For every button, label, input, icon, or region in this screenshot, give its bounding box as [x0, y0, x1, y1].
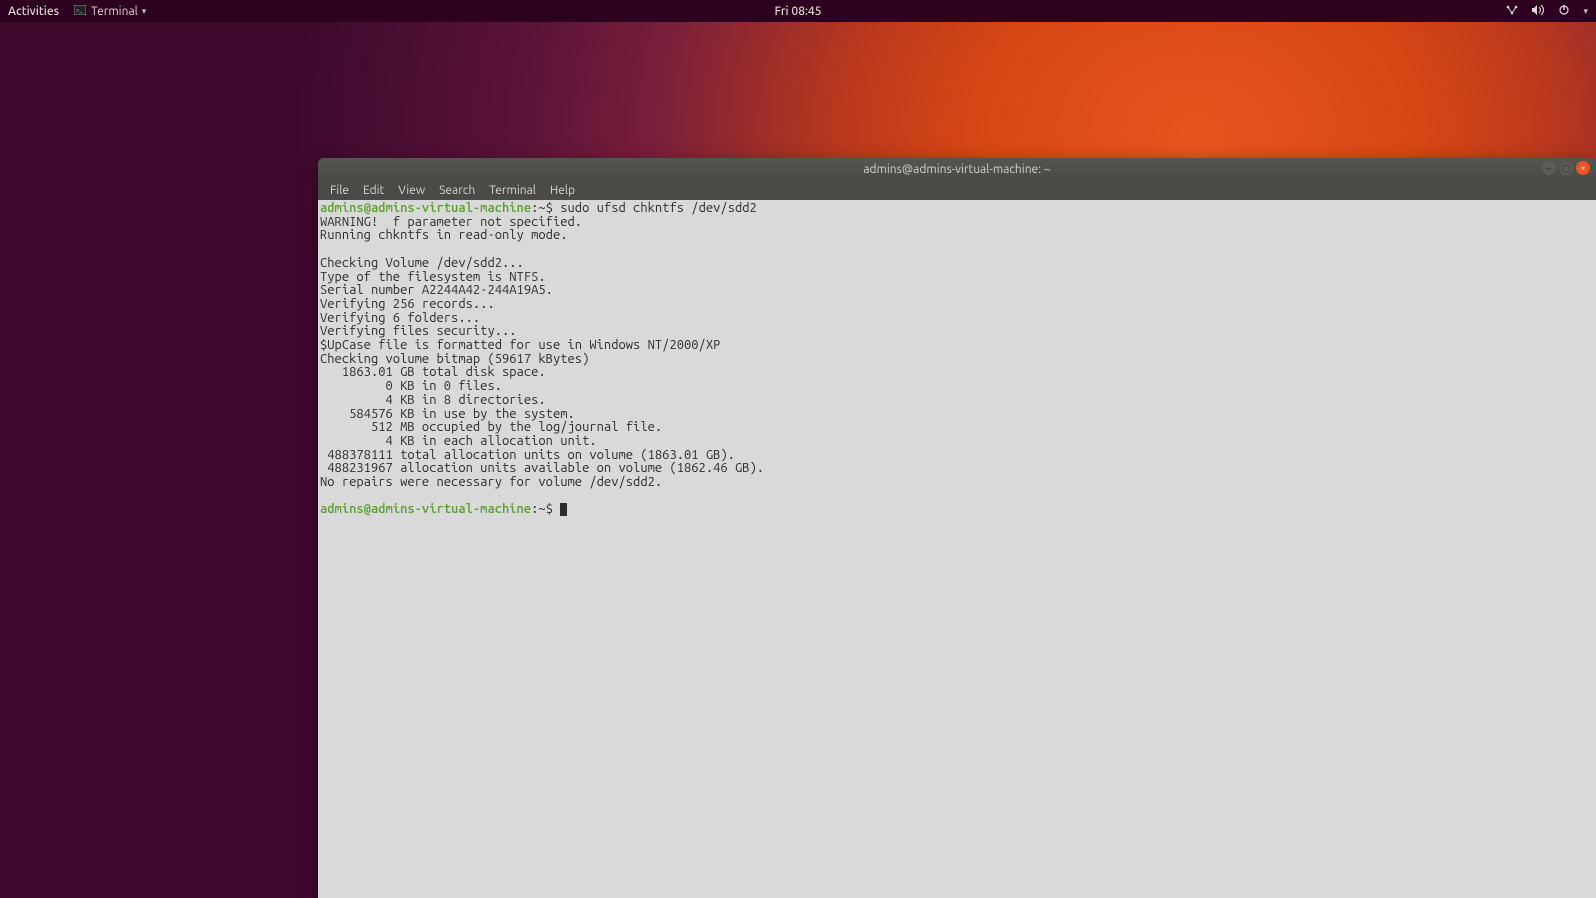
output-line: 488378111 total allocation units on volu… — [320, 448, 735, 462]
activities-button[interactable]: Activities — [8, 5, 59, 18]
terminal-viewport[interactable]: admins@admins-virtual-machine:~$ sudo uf… — [318, 200, 1596, 898]
close-button[interactable]: × — [1576, 161, 1590, 175]
output-line: 1863.01 GB total disk space. — [320, 365, 546, 379]
output-line: 4 KB in each allocation unit. — [320, 434, 597, 448]
chevron-down-icon: ▾ — [142, 6, 147, 17]
terminal-app-icon: >_ — [73, 5, 87, 18]
system-menu-caret-icon[interactable]: ▾ — [1583, 6, 1588, 17]
prompt-path: ~ — [538, 201, 545, 215]
output-line: Verifying 6 folders... — [320, 311, 480, 325]
network-icon[interactable] — [1505, 4, 1519, 19]
terminal-menubar: File Edit View Search Terminal Help — [318, 180, 1596, 200]
prompt-user: admins@admins-virtual-machine — [320, 502, 531, 516]
menu-view[interactable]: View — [392, 182, 431, 199]
window-titlebar[interactable]: admins@admins-virtual-machine: ~ – ▢ × — [318, 158, 1596, 180]
gnome-topbar: Activities >_ Terminal ▾ Fri 08:45 ▾ — [0, 0, 1596, 22]
svg-text:>_: >_ — [76, 7, 82, 14]
command-text: sudo ufsd chkntfs /dev/sdd2 — [560, 201, 757, 215]
minimize-button[interactable]: – — [1542, 161, 1556, 175]
power-icon[interactable] — [1557, 4, 1571, 19]
output-line: $UpCase file is formatted for use in Win… — [320, 338, 720, 352]
output-line: Checking Volume /dev/sdd2... — [320, 256, 524, 270]
output-line: Type of the filesystem is NTFS. — [320, 270, 546, 284]
output-line: 4 KB in 8 directories. — [320, 393, 546, 407]
output-line: 512 MB occupied by the log/journal file. — [320, 420, 662, 434]
output-line: Serial number A2244A42-244A19A5. — [320, 283, 553, 297]
menu-file[interactable]: File — [324, 182, 355, 199]
window-controls: – ▢ × — [1542, 161, 1590, 175]
output-line: 488231967 allocation units available on … — [320, 461, 764, 475]
output-line: Checking volume bitmap (59617 kBytes) — [320, 352, 589, 366]
app-menu-label: Terminal — [91, 5, 138, 18]
output-line: WARNING! f parameter not specified. — [320, 215, 582, 229]
window-title: admins@admins-virtual-machine: ~ — [863, 163, 1050, 176]
terminal-cursor — [560, 503, 567, 516]
output-line: Running chkntfs in read-only mode. — [320, 228, 568, 242]
prompt-symbol: $ — [546, 502, 553, 516]
clock[interactable]: Fri 08:45 — [775, 5, 822, 18]
output-line: 0 KB in 0 files. — [320, 379, 502, 393]
output-line: No repairs were necessary for volume /de… — [320, 475, 662, 489]
menu-help[interactable]: Help — [544, 182, 581, 199]
output-line: Verifying 256 records... — [320, 297, 495, 311]
volume-icon[interactable] — [1531, 4, 1545, 19]
output-line: Verifying files security... — [320, 324, 517, 338]
menu-search[interactable]: Search — [433, 182, 481, 199]
terminal-window: admins@admins-virtual-machine: ~ – ▢ × F… — [318, 158, 1596, 898]
prompt-symbol: $ — [546, 201, 553, 215]
prompt-path: ~ — [538, 502, 545, 516]
output-line: 584576 KB in use by the system. — [320, 407, 575, 421]
maximize-button[interactable]: ▢ — [1559, 161, 1573, 175]
menu-terminal[interactable]: Terminal — [483, 182, 542, 199]
prompt-user: admins@admins-virtual-machine — [320, 201, 531, 215]
app-menu[interactable]: >_ Terminal ▾ — [73, 5, 146, 18]
menu-edit[interactable]: Edit — [357, 182, 390, 199]
